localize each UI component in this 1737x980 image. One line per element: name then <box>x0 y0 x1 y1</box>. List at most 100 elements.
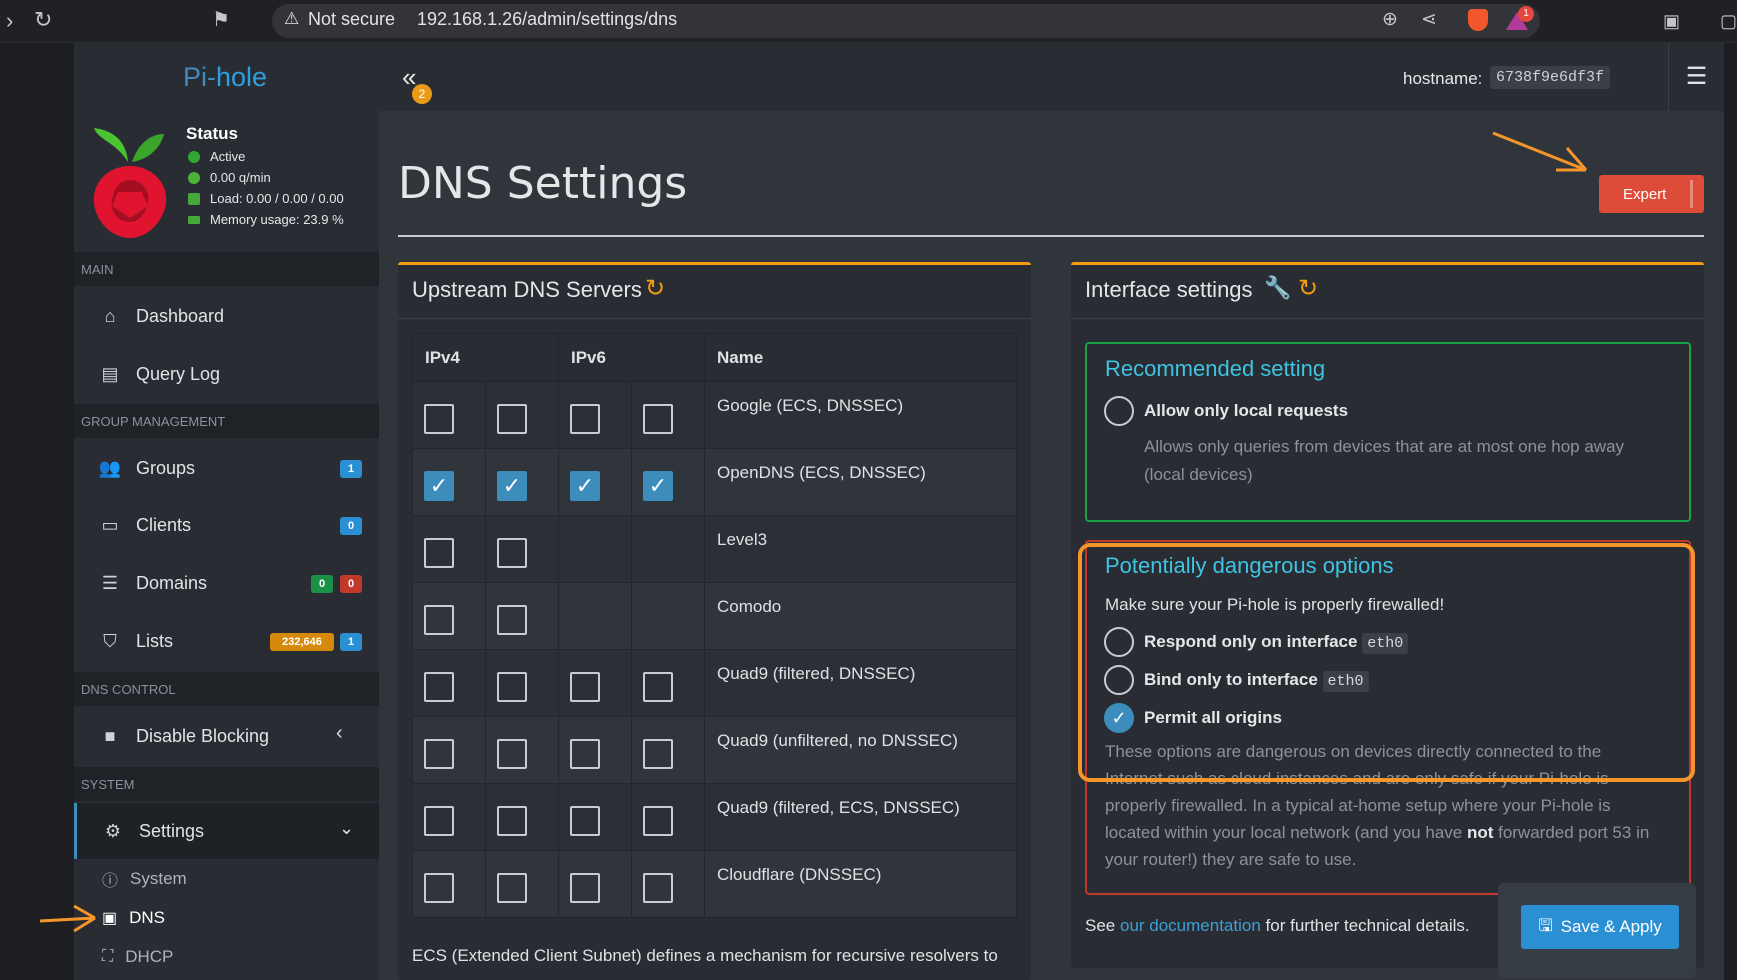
upstream-header-divider <box>398 318 1031 319</box>
server-name: Google (ECS, DNSSEC) <box>704 381 1017 449</box>
ipv4-checkbox[interactable] <box>497 806 527 836</box>
warning-icon[interactable]: ⚠ <box>284 9 299 29</box>
permit-all-label[interactable]: Permit all origins <box>1144 708 1282 728</box>
upstream-dns-table: IPv4 IPv6 Name Google (ECS, DNSSEC) ✓ ✓ ✓ ✓ O… <box>412 333 1017 918</box>
ipv4-checkbox[interactable] <box>424 873 454 903</box>
table-row: Google (ECS, DNSSEC) <box>412 381 1017 449</box>
respond-only-label[interactable]: Respond only on interface eth0 <box>1144 632 1409 654</box>
nav-settings-dhcp[interactable]: ⛶ DHCP <box>74 938 379 976</box>
table-row: ✓ ✓ ✓ ✓ OpenDNS (ECS, DNSSEC) <box>412 448 1017 516</box>
memory-icon <box>188 215 200 224</box>
bookmark-icon[interactable]: ⚑ <box>212 8 230 32</box>
clients-badge: 0 <box>340 517 362 535</box>
nav-settings[interactable]: ⚙ Settings ⌄ <box>74 803 379 859</box>
nav-settings-dns[interactable]: ▣ DNS <box>74 899 379 937</box>
sidebar-toggle-icon[interactable]: ▢ <box>1720 9 1737 33</box>
table-row: Level3 <box>412 515 1017 583</box>
active-dot-icon <box>188 150 200 163</box>
forward-icon[interactable]: › <box>6 9 13 33</box>
section-group-management: GROUP MANAGEMENT <box>74 404 379 438</box>
ipv4-checkbox[interactable] <box>497 672 527 702</box>
ipv4-checkbox[interactable] <box>497 538 527 568</box>
ipv4-checkbox[interactable] <box>424 739 454 769</box>
cpu-icon <box>188 192 200 205</box>
wrench-icon[interactable]: 🔧 <box>1264 275 1291 301</box>
brave-shield-icon[interactable] <box>1468 9 1488 31</box>
url-text[interactable]: 192.168.1.26/admin/settings/dns <box>417 9 677 30</box>
bind-only-radio[interactable] <box>1104 665 1134 695</box>
table-row: Quad9 (filtered, DNSSEC) <box>412 649 1017 717</box>
section-system: SYSTEM <box>74 767 379 801</box>
nav-query-log[interactable]: ▤ Query Log <box>74 346 379 402</box>
share-icon[interactable]: ⋖ <box>1421 8 1437 32</box>
pihole-logo-icon <box>93 128 167 238</box>
local-requests-radio[interactable] <box>1104 396 1134 426</box>
expert-toggle-button[interactable]: Expert <box>1599 175 1704 213</box>
nav-disable-blocking[interactable]: ■ Disable Blocking ‹ <box>74 708 379 764</box>
title-divider <box>398 235 1704 237</box>
chevron-down-icon: ⌄ <box>339 818 355 838</box>
reload-icon[interactable]: ↻ <box>34 8 52 32</box>
ipv6-checkbox[interactable] <box>570 739 600 769</box>
ipv4-checkbox[interactable]: ✓ <box>497 471 527 501</box>
ipv6-checkbox[interactable] <box>643 739 673 769</box>
ipv4-checkbox[interactable] <box>424 404 454 434</box>
local-requests-label[interactable]: Allow only local requests <box>1144 401 1348 421</box>
users-icon: 👥 <box>98 457 122 478</box>
reload-interface-icon[interactable]: ↻ <box>1298 274 1318 303</box>
ipv6-checkbox[interactable] <box>643 404 673 434</box>
section-main: MAIN <box>74 252 379 286</box>
ipv4-checkbox[interactable] <box>497 605 527 635</box>
nav-groups[interactable]: 👥 Groups 1 <box>74 440 379 496</box>
ipv6-checkbox[interactable] <box>643 672 673 702</box>
respond-only-radio[interactable] <box>1104 627 1134 657</box>
ipv4-checkbox[interactable]: ✓ <box>424 471 454 501</box>
ipv4-checkbox[interactable] <box>424 672 454 702</box>
speed-icon <box>188 171 200 184</box>
ipv4-checkbox[interactable] <box>424 605 454 635</box>
ipv4-checkbox[interactable] <box>497 739 527 769</box>
hostname-label: hostname: <box>1403 69 1483 88</box>
ipv6-checkbox[interactable] <box>570 404 600 434</box>
permit-all-radio[interactable]: ✓ <box>1104 703 1134 733</box>
ipv4-checkbox[interactable] <box>424 538 454 568</box>
reload-upstream-icon[interactable]: ↻ <box>645 274 665 303</box>
status-memory: Memory usage: 23.9 % <box>188 212 344 227</box>
server-name: Quad9 (filtered, ECS, DNSSEC) <box>704 783 1017 851</box>
nav-lists[interactable]: ⛉ Lists 232,646 1 <box>74 613 379 669</box>
ipv4-checkbox[interactable] <box>497 873 527 903</box>
nav-domains[interactable]: ☰ Domains 0 0 <box>74 555 379 611</box>
ipv4-checkbox[interactable] <box>424 806 454 836</box>
gears-icon: ⚙ <box>104 820 122 841</box>
menu-icon[interactable]: ☰ <box>1668 43 1724 111</box>
server-name: Quad9 (filtered, DNSSEC) <box>704 649 1017 717</box>
domains-deny-badge: 0 <box>340 575 362 593</box>
ipv6-checkbox[interactable] <box>643 806 673 836</box>
ipv6-checkbox[interactable] <box>570 873 600 903</box>
save-apply-button[interactable]: 🖫 Save & Apply <box>1521 905 1679 949</box>
nav-settings-system[interactable]: ⓘ System <box>74 860 379 898</box>
local-requests-help-1: Allows only queries from devices that ar… <box>1144 437 1625 456</box>
status-active: Active <box>188 149 245 164</box>
ipv6-checkbox[interactable]: ✓ <box>643 471 673 501</box>
ipv6-checkbox[interactable] <box>570 672 600 702</box>
ipv6-checkbox[interactable]: ✓ <box>570 471 600 501</box>
bind-only-label[interactable]: Bind only to interface eth0 <box>1144 670 1369 692</box>
dangerous-help: These options are dangerous on devices d… <box>1105 742 1650 869</box>
hostname-value: 6738f9e6df3f <box>1490 66 1611 89</box>
extension-badge: 1 <box>1518 6 1534 22</box>
documentation-link[interactable]: our documentation <box>1120 916 1261 935</box>
ipv6-checkbox[interactable] <box>643 873 673 903</box>
logo-text[interactable]: Pi-hole <box>183 62 267 93</box>
zoom-icon[interactable]: ⊕ <box>1382 8 1398 32</box>
table-row: Comodo <box>412 582 1017 650</box>
tab-search-icon[interactable]: ▣ <box>1663 9 1680 33</box>
security-label[interactable]: Not secure <box>308 9 395 30</box>
ipv6-checkbox[interactable] <box>570 806 600 836</box>
ipv4-checkbox[interactable] <box>497 404 527 434</box>
nav-dashboard[interactable]: ⌂ Dashboard <box>74 288 379 344</box>
iface-code: eth0 <box>1362 633 1409 654</box>
notification-badge[interactable]: 2 <box>412 84 432 104</box>
nav-clients[interactable]: ▭ Clients 0 <box>74 497 379 553</box>
lists-badge: 1 <box>340 633 362 651</box>
